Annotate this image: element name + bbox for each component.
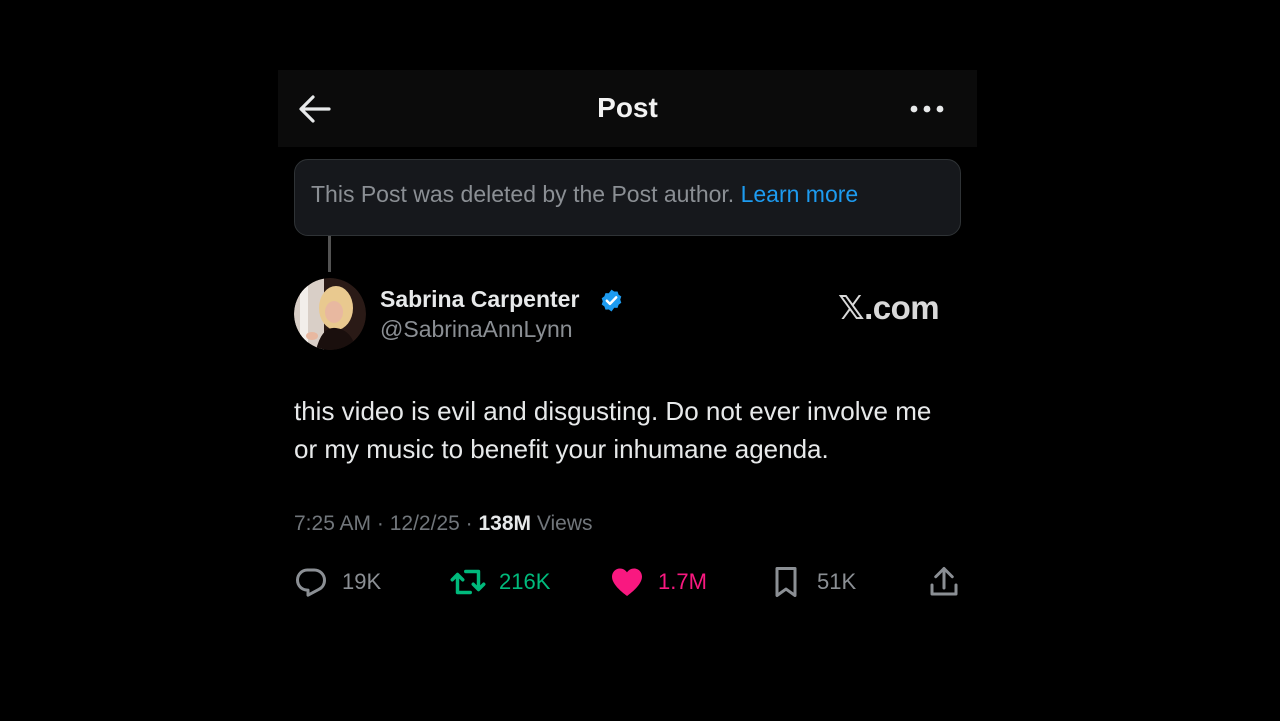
share-icon [930,567,958,596]
x-com-watermark: 𝕏.com [838,289,940,326]
avatar[interactable] [294,278,366,350]
verified-badge-icon [599,288,624,313]
bookmark-count: 51K [817,569,857,594]
repost-button[interactable]: 216K [450,562,550,602]
post-text: this video is evil and disgusting. Do no… [294,396,932,464]
page-title: Post [597,92,658,123]
share-button[interactable] [926,562,962,602]
more-icon[interactable] [907,96,947,122]
bookmark-button[interactable]: 51K [768,562,856,602]
bookmark-icon [775,567,797,597]
reply-icon [296,568,326,597]
repost-icon [450,569,486,595]
deleted-notice-text: This Post was deleted by the Post author… [311,181,735,207]
author-handle[interactable]: @SabrinaAnnLynn [380,316,573,343]
reply-count: 19K [342,569,382,594]
post-time[interactable]: 7:25 AM [294,512,371,535]
heart-icon [612,568,642,596]
post-date[interactable]: 12/2/25 [390,512,460,535]
views-label: Views [536,512,593,535]
post-header: Post [278,70,977,147]
deleted-post-notice: This Post was deleted by the Post author… [294,159,961,236]
post-metadata: 7:25 AM · 12/2/25 · 138M Views [294,512,593,535]
repost-count: 216K [499,569,551,594]
learn-more-link[interactable]: Learn more [741,181,859,207]
author-name[interactable]: Sabrina Carpenter [380,286,579,313]
like-count: 1.7M [658,569,707,594]
like-button[interactable]: 1.7M [609,562,707,602]
thread-connector-line [328,236,331,272]
reply-button[interactable]: 19K [293,562,381,602]
views-count: 138M [478,512,532,535]
